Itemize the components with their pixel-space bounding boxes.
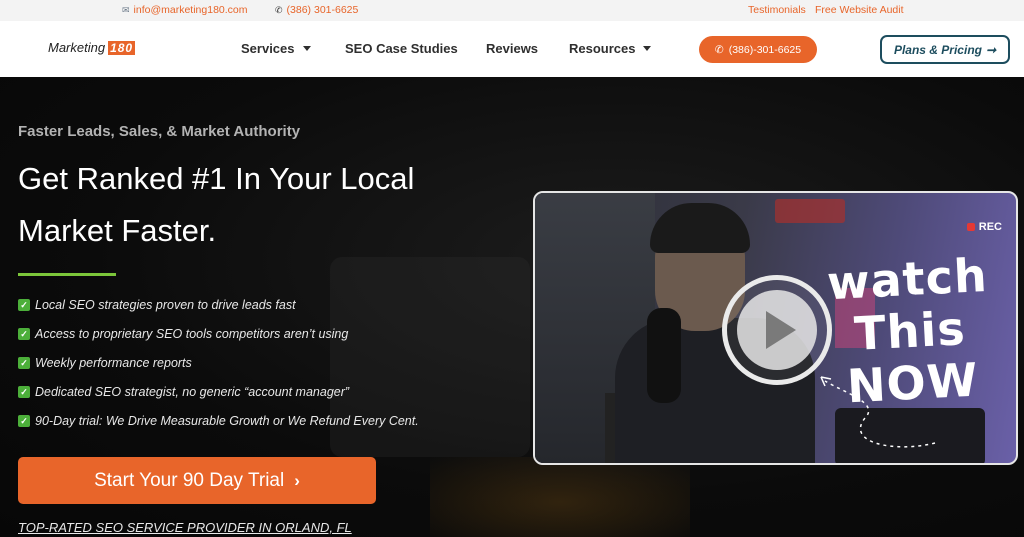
video-person xyxy=(650,203,750,253)
list-item-text: Weekly performance reports xyxy=(35,356,192,370)
chevron-down-icon xyxy=(302,46,311,51)
nav-item-reviews[interactable]: Reviews xyxy=(486,41,538,56)
logo[interactable]: Marketing 180 xyxy=(48,40,136,55)
video-microphone xyxy=(605,393,615,463)
email-text: info@marketing180.com xyxy=(133,4,248,16)
overlay-line: watch xyxy=(825,247,989,311)
call-button[interactable]: ✆ (386)-301-6625 xyxy=(699,36,817,63)
list-item-text: 90-Day trial: We Drive Measurable Growth… xyxy=(35,414,419,428)
list-item: ✓ Access to proprietary SEO tools competi… xyxy=(18,327,419,356)
play-button-inner xyxy=(737,290,817,370)
start-trial-label: Start Your 90 Day Trial xyxy=(94,469,285,491)
list-item-text: Dedicated SEO strategist, no generic “ac… xyxy=(35,385,350,399)
check-icon: ✓ xyxy=(18,415,30,427)
nav-item-services[interactable]: Services xyxy=(241,41,311,56)
video-microphone xyxy=(647,308,681,403)
nav-item-label: Resources xyxy=(569,41,636,56)
background-glow xyxy=(430,457,690,537)
plans-pricing-label: Plans & Pricing xyxy=(893,42,982,57)
video-background xyxy=(775,199,845,223)
call-button-label: (386)-301-6625 xyxy=(728,43,802,56)
dotted-arrow-icon xyxy=(820,376,936,448)
main-nav: Marketing 180 Services SEO Case Studies … xyxy=(0,21,1024,77)
check-icon: ✓ xyxy=(18,386,30,398)
logo-number: 180 xyxy=(108,40,136,55)
benefit-list: ✓ Local SEO strategies proven to drive le… xyxy=(18,298,419,443)
chevron-down-icon xyxy=(643,46,652,51)
check-icon: ✓ xyxy=(18,357,30,369)
list-item-text: Local SEO strategies proven to drive lea… xyxy=(35,298,296,312)
topbar-phone-link[interactable]: ✆ (386) 301-6625 xyxy=(275,4,358,16)
nav-item-resources[interactable]: Resources xyxy=(569,41,652,56)
divider xyxy=(18,273,116,276)
play-button[interactable] xyxy=(722,275,832,385)
arrow-right-icon: ➞ xyxy=(985,42,997,57)
phone-icon: ✆ xyxy=(714,43,724,56)
nav-item-seo-case-studies[interactable]: SEO Case Studies xyxy=(345,41,458,56)
hero-headline: Get Ranked #1 In Your Local Market Faste… xyxy=(18,161,415,248)
free-website-audit-link[interactable]: Free Website Audit xyxy=(815,4,904,16)
phone-icon: ✆ xyxy=(275,4,283,15)
nav-item-label: SEO Case Studies xyxy=(345,41,458,56)
start-trial-button[interactable]: Start Your 90 Day Trial › xyxy=(18,457,376,504)
rec-label: REC xyxy=(978,221,1002,233)
testimonials-link[interactable]: Testimonials xyxy=(748,4,806,16)
nav-item-label: Services xyxy=(241,41,295,56)
list-item: ✓ Local SEO strategies proven to drive le… xyxy=(18,298,419,327)
list-item: ✓ 90-Day trial: We Drive Measurable Growt… xyxy=(18,414,419,443)
email-link[interactable]: ✉ info@marketing180.com xyxy=(122,4,248,16)
mail-icon: ✉ xyxy=(122,4,130,15)
check-icon: ✓ xyxy=(18,299,30,311)
nav-item-label: Reviews xyxy=(486,41,539,56)
list-item-text: Access to proprietary SEO tools competit… xyxy=(35,327,349,341)
logo-text: Marketing xyxy=(48,40,106,55)
rec-indicator: REC xyxy=(966,221,1002,233)
hero-section: Faster Leads, Sales, & Market Authority … xyxy=(0,77,1024,537)
topbar-phone-text: (386) 301-6625 xyxy=(286,4,359,16)
plans-pricing-button[interactable]: Plans & Pricing ➞ xyxy=(880,35,1010,64)
hero-eyebrow: Faster Leads, Sales, & Market Authority xyxy=(18,123,301,140)
list-item: ✓ Dedicated SEO strategist, no generic “a… xyxy=(18,385,419,414)
check-icon: ✓ xyxy=(18,328,30,340)
list-item: ✓ Weekly performance reports xyxy=(18,356,419,385)
provider-link[interactable]: TOP-RATED SEO SERVICE PROVIDER IN ORLAND… xyxy=(18,520,352,535)
video-player[interactable]: REC watch This NOW xyxy=(533,191,1018,465)
play-icon xyxy=(766,311,796,349)
chevron-right-icon: › xyxy=(294,470,300,490)
record-icon xyxy=(966,223,975,231)
top-contact-bar: ✉ info@marketing180.com ✆ (386) 301-6625… xyxy=(0,0,1024,21)
